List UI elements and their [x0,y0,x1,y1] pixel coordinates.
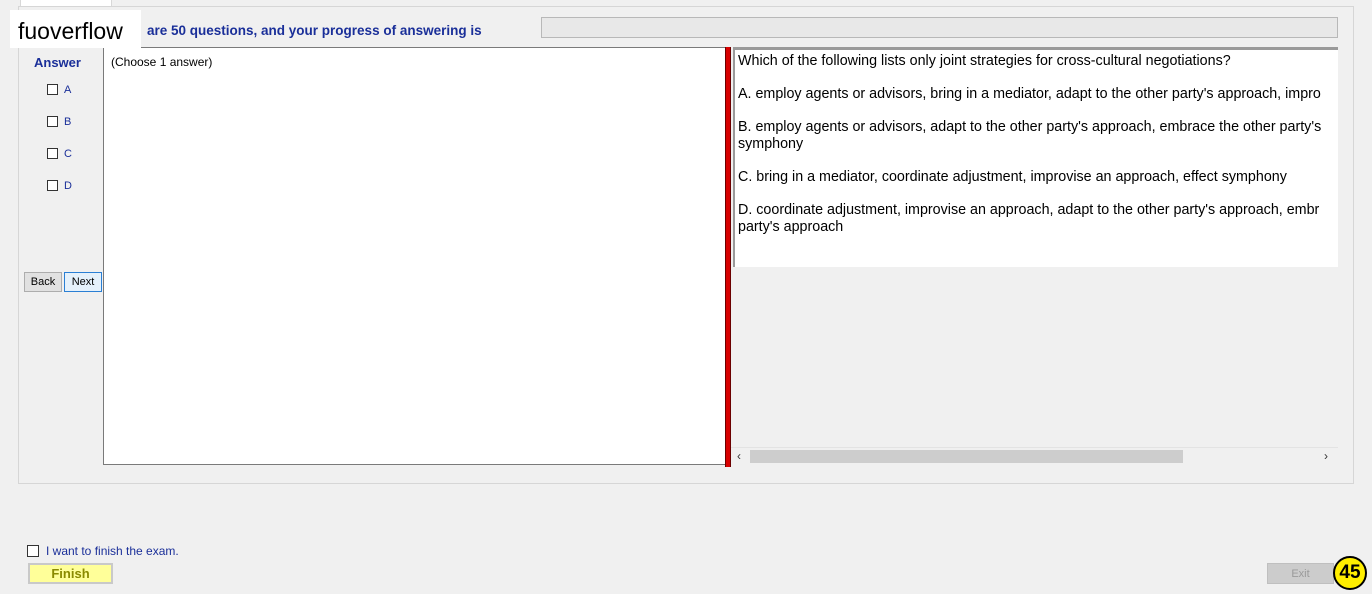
checkbox-icon[interactable] [27,545,39,557]
scrollbar-thumb[interactable] [750,450,1183,463]
answer-heading: Answer [34,55,81,70]
next-button[interactable]: Next [64,272,102,292]
option-a-checkbox[interactable]: A [47,84,71,96]
answer-instruction-pane: (Choose 1 answer) [103,47,725,465]
question-stem: Which of the following lists only joint … [738,53,1231,69]
option-label: C [64,148,72,160]
progress-label: are 50 questions, and your progress of a… [147,23,482,38]
question-text-box: Which of the following lists only joint … [733,47,1338,267]
back-button[interactable]: Back [24,272,62,292]
option-b-checkbox[interactable]: B [47,116,71,128]
choice-b-text: B. employ agents or advisors, adapt to t… [738,119,1322,135]
chevron-left-icon[interactable]: ‹ [737,448,741,465]
horizontal-scrollbar[interactable]: ‹ › [731,447,1338,465]
finish-button[interactable]: Finish [28,563,113,584]
checkbox-icon[interactable] [47,116,58,127]
choice-d-text: D. coordinate adjustment, improvise an a… [738,202,1320,218]
option-label: A [64,84,72,96]
option-d-checkbox[interactable]: D [47,180,72,192]
finish-exam-label: I want to finish the exam. [46,544,179,558]
page-number-badge: 45 [1333,556,1367,590]
option-label: B [64,116,72,128]
checkbox-icon[interactable] [47,148,58,159]
choose-instruction: (Choose 1 answer) [111,55,213,69]
progress-bar [541,17,1338,38]
exit-button[interactable]: Exit [1267,563,1334,584]
option-c-checkbox[interactable]: C [47,148,72,160]
question-pane: Which of the following lists only joint … [731,47,1338,465]
option-label: D [64,180,72,192]
choice-d-text-cont: party's approach [738,219,844,235]
checkbox-icon[interactable] [47,180,58,191]
choice-c-text: C. bring in a mediator, coordinate adjus… [738,169,1287,185]
chevron-right-icon[interactable]: › [1324,448,1328,465]
watermark: fuoverflow [10,10,141,48]
choice-a-text: A. employ agents or advisors, bring in a… [738,86,1321,102]
finish-exam-checkbox[interactable]: I want to finish the exam. [27,544,179,558]
choice-b-text-cont: symphony [738,136,804,152]
checkbox-icon[interactable] [47,84,58,95]
